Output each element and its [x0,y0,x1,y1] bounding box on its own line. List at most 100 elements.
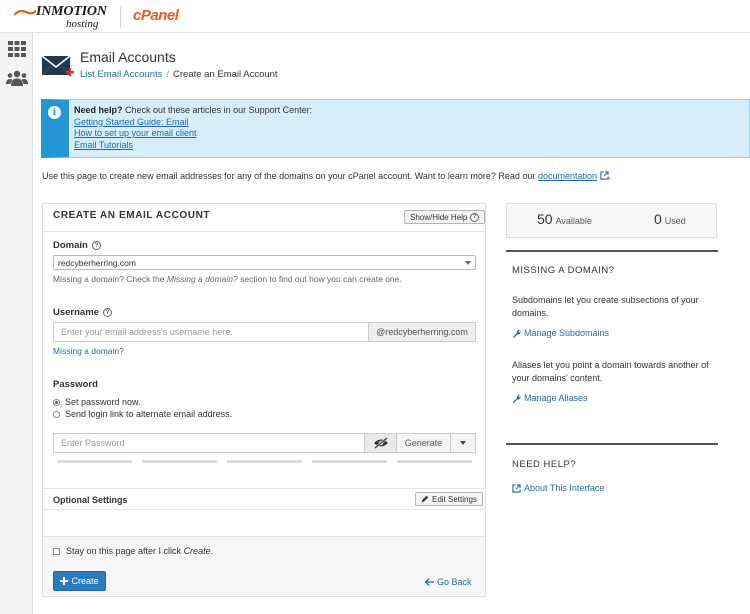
documentation-link[interactable]: documentation [538,171,597,181]
username-help-icon[interactable]: ? [102,308,112,317]
domain-label-text: Domain [53,240,88,251]
help-link-email-tutorials[interactable]: Email Tutorials [74,140,133,150]
rail-apps-button[interactable] [5,38,29,60]
panel-title: CREATE AN EMAIL ACCOUNT [53,210,211,221]
stay-on-page-pre: Stay on this page after I click [66,546,184,556]
username-label: Username ? [53,307,112,318]
domain-hint: Missing a domain? Check the Missing a do… [53,274,402,284]
inmotion-swoosh-icon [14,9,36,16]
left-rail [0,33,33,614]
page-title: Email Accounts [80,49,176,65]
create-email-panel: CREATE AN EMAIL ACCOUNT Show/Hide Help ?… [42,203,486,597]
show-hide-help-button[interactable]: Show/Hide Help ? [404,210,486,224]
password-strength-segment-2 [142,460,217,463]
show-hide-help-label: Show/Hide Help [410,212,468,222]
password-strength-segment-5 [397,460,472,463]
domain-help-icon[interactable]: ? [91,241,101,250]
stat-available-count: 50 [537,211,553,227]
stat-used-label: Used [664,216,686,226]
help-alert-body: Need help? Check out these articles in o… [74,105,312,151]
wrench-icon [512,394,521,403]
manage-aliases-link[interactable]: Manage Aliases [512,393,588,403]
domain-hint-em: Missing a domain? [166,274,238,284]
question-icon: ? [470,212,480,222]
help-link-getting-started[interactable]: Getting Started Guide: Email [74,117,189,127]
optional-settings-title: Optional Settings [53,495,128,505]
caret-down-icon [465,261,471,265]
about-interface-link[interactable]: About This Interface [512,483,604,493]
generate-options-button[interactable] [450,433,476,453]
stat-available-label: Available [555,216,592,226]
stay-on-page-checkbox[interactable] [53,547,60,555]
domain-hint-pre: Missing a domain? Check the [53,274,167,284]
stay-on-page-option[interactable]: Stay on this page after I click Create. [53,546,213,556]
missing-domain-link[interactable]: Missing a domain? [53,346,124,356]
domain-select-value: redcyberherring.com [58,257,136,268]
external-link-icon [599,171,609,180]
need-help-title: NEED HELP? [512,459,577,470]
intro-text: Use this page to create new email addres… [42,171,611,181]
generate-password-button[interactable]: Generate [396,433,451,453]
email-accounts-icon [42,56,74,77]
missing-domain-divider [506,250,718,252]
stat-used-count: 0 [654,211,662,227]
go-back-label: Go Back [437,577,472,587]
missing-domain-title: MISSING A DOMAIN? [512,265,615,276]
password-label-text: Password [53,379,98,390]
optional-settings-row: Optional Settings Edit Settings [43,488,485,510]
stat-used: 0 Used [654,211,686,227]
eye-slash-icon [373,437,388,449]
edit-settings-label: Edit Settings [432,494,477,504]
radio-set-password-button[interactable] [53,398,60,406]
intro-suffix: . [608,171,612,181]
breadcrumb-parent-link[interactable]: List Email Accounts [80,69,162,80]
grid-icon [8,41,26,57]
username-input[interactable]: Enter your email address's username here… [53,322,369,342]
password-strength-segment-1 [57,460,132,463]
top-bar: INMOTION hosting cPanel [0,0,750,33]
need-help-divider [506,443,718,445]
intro-text-body: Use this page to create new email addres… [42,171,538,181]
stay-on-page-post: . [210,546,214,556]
about-interface-label: About This Interface [524,483,605,493]
radio-send-link-button[interactable] [53,410,60,418]
help-link-email-client[interactable]: How to set up your email client [74,128,197,138]
caret-down-icon [460,441,466,445]
radio-set-password[interactable]: Set password now. [53,397,141,407]
panel-header: CREATE AN EMAIL ACCOUNT Show/Hide Help ? [43,204,486,232]
create-button[interactable]: Create [53,571,106,591]
radio-set-password-label: Set password now. [65,397,141,407]
edit-settings-button[interactable]: Edit Settings [415,492,483,506]
arrow-left-icon [425,578,434,586]
radio-send-link-label: Send login link to alternate email addre… [65,409,233,419]
go-back-link[interactable]: Go Back [425,577,472,587]
stat-available: 50 Available [537,211,592,227]
domain-hint-post: section to find out how you can create o… [237,274,402,284]
form-footer: Stay on this page after I click Create. … [43,536,485,596]
help-lead: Need help? [74,105,123,115]
domain-label: Domain ? [53,240,101,251]
domain-select[interactable]: redcyberherring.com [53,255,476,270]
inmotion-logo[interactable]: INMOTION hosting [14,3,110,31]
create-button-label: Create [71,576,99,586]
breadcrumb-current: Create an Email Account [173,69,278,80]
cpanel-logo[interactable]: cPanel [133,7,179,24]
help-alert: i Need help? Check out these articles in… [41,99,750,158]
users-icon [6,70,28,86]
rail-users-button[interactable] [5,67,29,89]
username-domain-addon: @redcyberherring.com [368,322,476,342]
breadcrumb-separator: / [166,69,170,80]
manage-subdomains-link[interactable]: Manage Subdomains [512,328,609,338]
plus-icon [60,577,69,585]
help-text: Check out these articles in our Support … [122,105,313,115]
password-strength-segment-3 [227,460,302,463]
password-strength-segment-4 [312,460,387,463]
password-input[interactable]: Enter Password [53,433,365,453]
username-label-text: Username [53,307,99,318]
stay-on-page-label: Stay on this page after I click Create. [66,546,213,556]
inmotion-sub: hosting [66,18,99,30]
stay-on-page-em: Create [183,546,211,556]
radio-send-link[interactable]: Send login link to alternate email addre… [53,409,232,419]
toggle-password-visibility-button[interactable] [364,433,397,453]
logo-divider [120,6,121,28]
